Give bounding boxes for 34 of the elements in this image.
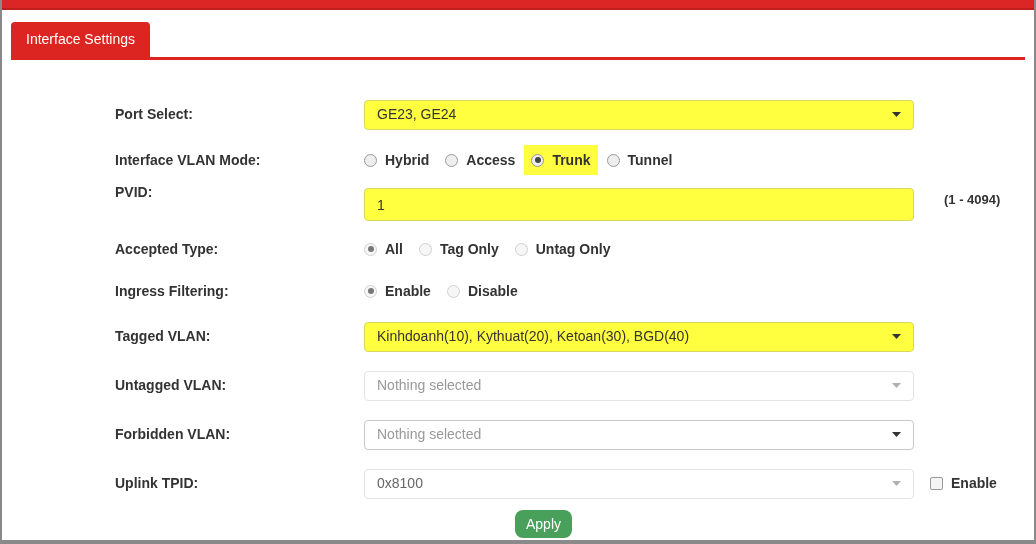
radio-label: Hybrid bbox=[385, 150, 430, 170]
radio-button[interactable] bbox=[606, 153, 620, 167]
radio-label: Enable bbox=[385, 281, 431, 301]
caret-icon bbox=[892, 112, 901, 117]
caret-icon bbox=[892, 481, 901, 486]
checkbox-label: Enable bbox=[951, 474, 997, 493]
radio-label: All bbox=[385, 239, 403, 259]
radio-label: Trunk bbox=[552, 150, 591, 170]
radio-button[interactable] bbox=[445, 153, 459, 167]
radio-button[interactable] bbox=[531, 153, 545, 167]
radio-label: Disable bbox=[467, 281, 518, 301]
radio-button[interactable] bbox=[364, 153, 377, 167]
field-label: Interface VLAN Mode: bbox=[115, 150, 262, 170]
caret-icon bbox=[892, 383, 901, 388]
apply-button[interactable]: Apply bbox=[515, 510, 573, 538]
caret-icon bbox=[892, 432, 901, 437]
dropdown-select[interactable]: Kinhdoanh(10), Kythuat(20), Ketoan(30), BGD(40) bbox=[364, 321, 914, 352]
field-label: Ingress Filtering: bbox=[115, 281, 230, 301]
radio-label: Untag Only bbox=[535, 239, 611, 259]
field-label: Untagged VLAN: bbox=[115, 376, 228, 395]
text-field[interactable]: 1 bbox=[364, 188, 914, 221]
field-label: Forbidden VLAN: bbox=[115, 425, 232, 444]
field-label: Tagged VLAN: bbox=[115, 327, 212, 346]
radio-label: Tunnel bbox=[627, 150, 673, 170]
radio-label: Tag Only bbox=[439, 239, 499, 259]
field-label: Uplink TPID: bbox=[115, 474, 200, 493]
radio-label: Access bbox=[466, 150, 516, 170]
caret-icon bbox=[892, 334, 901, 339]
field-label: Accepted Type: bbox=[115, 239, 220, 259]
range-hint: (1 - 4094) bbox=[944, 191, 1001, 209]
field-label: Port Select: bbox=[115, 105, 194, 124]
tab[interactable]: Interface Settings bbox=[11, 22, 150, 57]
field-label: PVID: bbox=[115, 183, 154, 202]
dropdown-select[interactable]: GE23, GE24 bbox=[364, 99, 914, 130]
